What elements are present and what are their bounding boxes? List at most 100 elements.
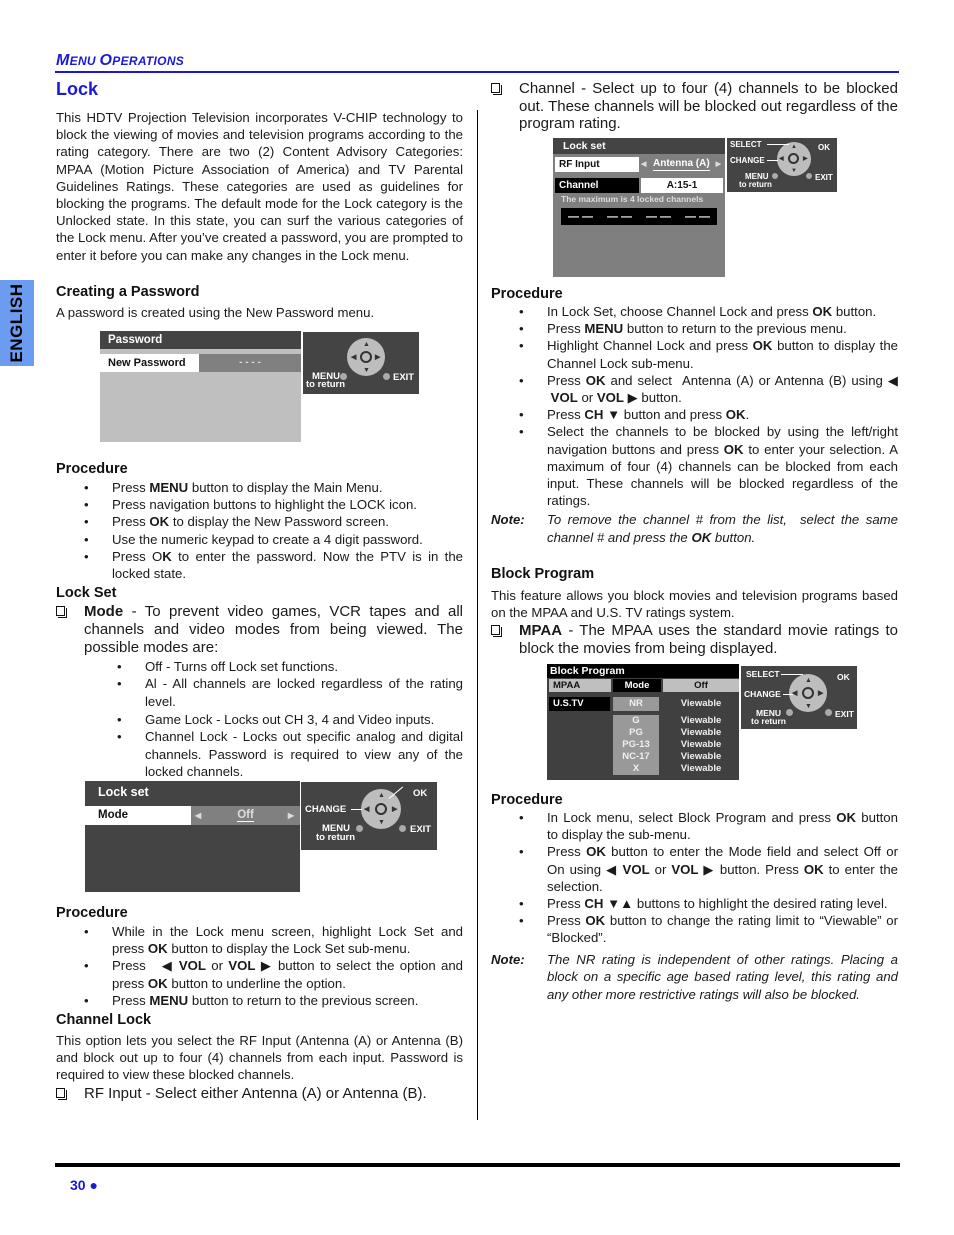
arrow-right-icon[interactable]: ▶ (716, 157, 721, 172)
ustv-tab[interactable]: U.S.TV (549, 697, 610, 711)
ok-label: OK (837, 672, 850, 682)
arrow-left-icon: ◀ (351, 354, 357, 361)
channel-slot[interactable]: — — (646, 211, 671, 223)
list-item: Press OK button to enter the Mode field … (491, 843, 898, 895)
arrow-right-icon: ▶ (392, 806, 398, 813)
arrow-right-icon: ▶ (375, 354, 381, 361)
rating-label[interactable]: PG-13 (613, 739, 659, 751)
channel-slot[interactable]: — — (568, 211, 593, 223)
mode-value[interactable]: Off (663, 679, 739, 692)
arrow-right-icon[interactable]: ▶ (288, 806, 294, 825)
rating-label[interactable]: PG (613, 727, 659, 739)
rating-label[interactable]: X (613, 763, 659, 775)
exit-dot-icon (825, 709, 832, 716)
remote-guide-lockset: ▲ ▼ ◀ ▶ CHANGE OK MENU to return EXIT (301, 782, 437, 850)
list-item: Press MENU button to display the Main Me… (56, 479, 463, 496)
rating-label[interactable]: NR (613, 698, 659, 710)
new-password-field[interactable]: - - - - (199, 354, 301, 372)
arrow-up-icon: ▲ (791, 144, 797, 150)
remote-guide-channel: ▲ ▼ ◀ ▶ SELECT CHANGE OK MENU to return … (727, 138, 837, 192)
list-item: Press MENU button to return to the previ… (56, 992, 463, 1009)
rating-status[interactable]: Viewable (663, 751, 739, 763)
ok-button-icon (375, 803, 387, 815)
channel-lock-heading: Channel Lock (56, 1012, 152, 1028)
channel-value[interactable]: A:15-1 (641, 178, 723, 193)
rf-input-selector[interactable]: ◀ Antenna (A) ▶ (639, 157, 725, 172)
mpaa-tab[interactable]: MPAA (549, 679, 611, 692)
block-note: Note: The NR rating is independent of oth… (491, 951, 898, 1002)
channel-slot[interactable]: — — (607, 211, 632, 223)
rating-status[interactable]: Viewable (663, 698, 739, 710)
change-pointer (783, 694, 793, 695)
creating-password-heading: Creating a Password (56, 284, 200, 300)
intro-paragraph: This HDTV Projection Television incorpor… (56, 110, 463, 263)
mpaa-item: MPAA - The MPAA uses the standard movie … (491, 622, 898, 658)
page-number: 30 ● (70, 1177, 98, 1193)
list-item: Highlight Channel Lock and press OK butt… (491, 337, 898, 371)
language-tab: ENGLISH (0, 280, 34, 366)
arrow-down-icon: ▼ (791, 168, 797, 174)
channel-screen-header: Lock set (553, 138, 725, 154)
list-item: Game Lock - Locks out CH 3, 4 and Video … (56, 711, 463, 728)
menu-dot-icon (356, 825, 363, 832)
lockset-screen: Lock set Mode ◀ Off ▶ (85, 781, 300, 892)
block-program-heading: Block Program (491, 566, 595, 582)
exit-label: EXIT (815, 173, 833, 182)
arrow-left-icon[interactable]: ◀ (641, 157, 646, 172)
channel-lock-screen: Lock set RF Input ◀ Antenna (A) ▶ Channe… (553, 138, 725, 277)
column-divider (477, 110, 478, 1120)
select-label: SELECT (730, 140, 762, 149)
to-return-label: to return (751, 716, 786, 726)
ok-button-icon (802, 687, 814, 699)
change-label: CHANGE (744, 689, 781, 699)
channel-lock-section: Channel Lock This option lets you select… (56, 1012, 463, 1103)
select-pointer (781, 674, 803, 675)
max-channels-note: The maximum is 4 locked channels (561, 194, 704, 204)
rating-status[interactable]: Viewable (663, 715, 739, 727)
mode-value: Off (237, 809, 254, 822)
arrow-up-icon: ▲ (363, 341, 370, 348)
exit-label: EXIT (410, 824, 432, 835)
procedure-channel-list: In Lock Set, choose Channel Lock and pre… (491, 303, 898, 509)
list-item: Al - All channels are locked regardless … (56, 675, 463, 711)
list-item: Press ◀ VOL or VOL ▶ button to select th… (56, 957, 463, 991)
procedure-lockset: Procedure While in the Lock menu screen,… (56, 905, 463, 1009)
list-item: Press CH ▼ button and press OK. (491, 406, 898, 423)
rating-status[interactable]: Viewable (663, 739, 739, 751)
rating-status[interactable]: Viewable (663, 727, 739, 739)
block-program-screen: Block Program MPAA Mode Off U.S.TV NR Vie… (547, 664, 739, 780)
mode-label: Mode (85, 806, 191, 825)
channel-note: Note: To remove the channel # from the li… (491, 512, 898, 545)
rf-input-label: RF Input (555, 157, 639, 172)
procedure-heading: Procedure (491, 286, 563, 302)
arrow-right-icon: ▶ (818, 690, 824, 697)
procedure-password: Procedure Press MENU button to display t… (56, 461, 463, 582)
note-label: Note: (491, 951, 525, 967)
arrow-down-icon: ▼ (805, 703, 812, 710)
to-return-label: to return (316, 832, 356, 843)
select-pointer (767, 144, 789, 145)
procedure-heading: Procedure (491, 792, 563, 808)
procedure-lockset-list: While in the Lock menu screen, highlight… (56, 923, 463, 1009)
rating-label[interactable]: NC-17 (613, 751, 659, 763)
channel-slot[interactable]: — — (685, 211, 710, 223)
password-screen: Password New Password - - - - (100, 331, 301, 442)
exit-label: EXIT (835, 709, 854, 719)
rating-status[interactable]: Viewable (663, 763, 739, 775)
list-item: In Lock menu, select Block Program and p… (491, 809, 898, 843)
channel-item: Channel - Select up to four (4) channels… (491, 80, 898, 133)
rating-label[interactable]: G (613, 715, 659, 727)
block-program-text: This feature allows you block movies and… (491, 588, 898, 621)
block-screen-header: Block Program (547, 664, 739, 678)
block-program-section: Block Program This feature allows you bl… (491, 566, 898, 658)
procedure-heading: Procedure (56, 461, 128, 477)
arrow-left-icon: ◀ (779, 156, 784, 162)
arrow-left-icon: ◀ (364, 806, 370, 813)
menu-dot-icon (786, 709, 793, 716)
exit-dot-icon (806, 173, 812, 179)
channel-item-block: Channel - Select up to four (4) channels… (491, 80, 898, 133)
mode-selector[interactable]: ◀ Off ▶ (191, 806, 300, 825)
exit-label: EXIT (393, 372, 415, 383)
checkbox-bullet-icon (56, 1087, 67, 1100)
list-item: Press navigation buttons to highlight th… (56, 496, 463, 513)
